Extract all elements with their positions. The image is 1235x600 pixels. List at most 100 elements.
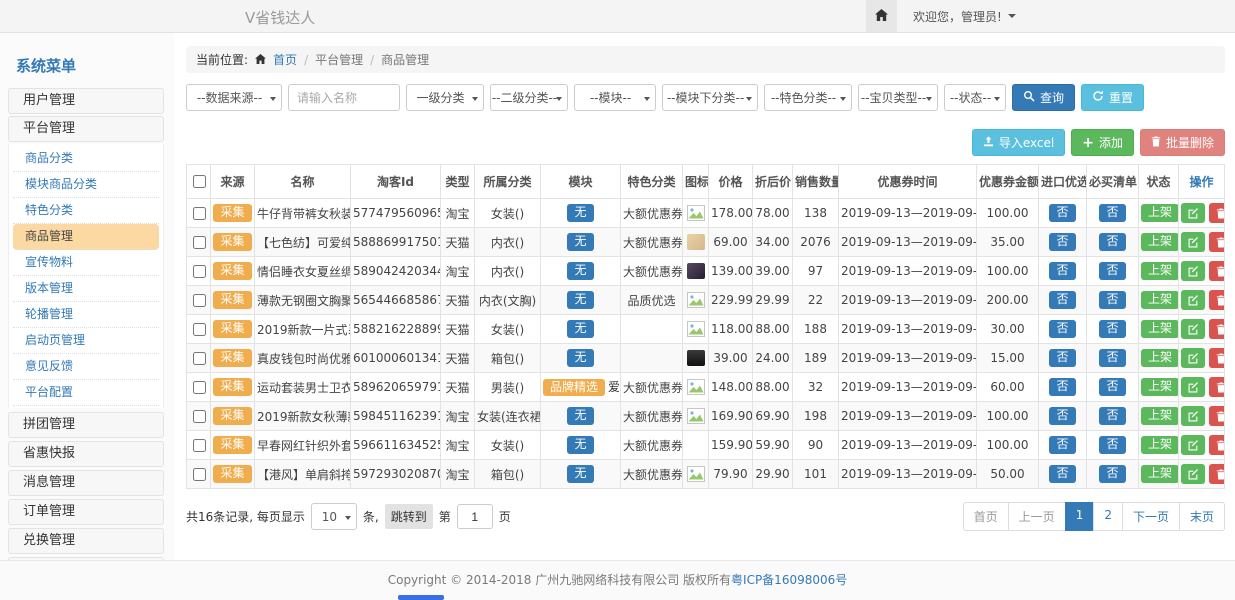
- pager-button[interactable]: 末页: [1179, 502, 1225, 531]
- delete-button[interactable]: [1209, 377, 1225, 397]
- filter-select[interactable]: --二级分类--: [490, 84, 568, 111]
- add-button[interactable]: + 添加: [1071, 129, 1134, 156]
- status-toggle[interactable]: 上架: [1141, 349, 1179, 367]
- import-select-toggle[interactable]: 否: [1049, 291, 1075, 309]
- sidebar-link[interactable]: 宣传物料: [13, 250, 159, 276]
- edit-button[interactable]: [1181, 203, 1205, 223]
- row-checkbox[interactable]: [193, 381, 206, 394]
- row-checkbox[interactable]: [193, 439, 206, 452]
- delete-button[interactable]: [1209, 435, 1225, 455]
- sidebar-link[interactable]: 商品管理: [13, 224, 159, 250]
- sidebar-group[interactable]: 订单管理: [8, 499, 164, 525]
- filter-select[interactable]: --宝贝类型--: [858, 84, 938, 111]
- status-toggle[interactable]: 上架: [1141, 378, 1179, 396]
- delete-button[interactable]: [1209, 348, 1225, 368]
- edit-button[interactable]: [1181, 435, 1205, 455]
- must-buy-toggle[interactable]: 否: [1099, 349, 1125, 367]
- edit-button[interactable]: [1181, 377, 1205, 397]
- data-source-select[interactable]: --数据来源--: [186, 84, 282, 111]
- edit-button[interactable]: [1181, 290, 1205, 310]
- import-select-toggle[interactable]: 否: [1049, 320, 1075, 338]
- breadcrumb-home-link[interactable]: 首页: [273, 51, 297, 68]
- edit-button[interactable]: [1181, 348, 1205, 368]
- reset-button[interactable]: 重置: [1081, 84, 1144, 111]
- status-toggle[interactable]: 上架: [1141, 407, 1179, 425]
- pager-button[interactable]: 上一页: [1008, 502, 1066, 531]
- sidebar-item-partial[interactable]: [8, 557, 164, 560]
- sidebar-link[interactable]: 商品分类: [13, 146, 159, 172]
- import-excel-button[interactable]: 导入excel: [972, 129, 1065, 156]
- status-toggle[interactable]: 上架: [1141, 320, 1179, 338]
- import-select-toggle[interactable]: 否: [1049, 436, 1075, 454]
- user-menu[interactable]: 欢迎您，管理员!: [897, 8, 1016, 25]
- filter-select[interactable]: --状态--: [944, 84, 1006, 111]
- import-select-toggle[interactable]: 否: [1049, 204, 1075, 222]
- edit-button[interactable]: [1181, 319, 1205, 339]
- sidebar-group[interactable]: 省惠快报: [8, 441, 164, 467]
- horizontal-scrollbar-thumb[interactable]: [398, 595, 444, 600]
- edit-button[interactable]: [1181, 261, 1205, 281]
- jump-to-button[interactable]: 跳转到: [385, 504, 433, 529]
- status-toggle[interactable]: 上架: [1141, 291, 1179, 309]
- pager-button[interactable]: 首页: [963, 502, 1009, 531]
- filter-select[interactable]: --模块下分类--: [662, 84, 758, 111]
- sidebar-group-user[interactable]: 用户管理: [8, 88, 164, 114]
- import-select-toggle[interactable]: 否: [1049, 233, 1075, 251]
- row-checkbox[interactable]: [193, 352, 206, 365]
- delete-button[interactable]: [1209, 406, 1225, 426]
- sidebar-group[interactable]: 拼团管理: [8, 412, 164, 438]
- select-all-checkbox[interactable]: [193, 175, 206, 188]
- pager-button[interactable]: 2: [1093, 502, 1123, 531]
- sidebar-link[interactable]: 版本管理: [13, 276, 159, 302]
- row-checkbox[interactable]: [193, 410, 206, 423]
- delete-button[interactable]: [1209, 464, 1225, 484]
- pager-button[interactable]: 1: [1065, 502, 1095, 531]
- sidebar-link[interactable]: 平台配置: [13, 380, 159, 406]
- status-toggle[interactable]: 上架: [1141, 436, 1179, 454]
- edit-button[interactable]: [1181, 406, 1205, 426]
- edit-button[interactable]: [1181, 464, 1205, 484]
- row-checkbox[interactable]: [193, 323, 206, 336]
- must-buy-toggle[interactable]: 否: [1099, 436, 1125, 454]
- batch-delete-button[interactable]: 批量删除: [1140, 129, 1225, 156]
- sidebar-link[interactable]: 轮播管理: [13, 302, 159, 328]
- filter-select[interactable]: --特色分类--: [764, 84, 852, 111]
- must-buy-toggle[interactable]: 否: [1099, 378, 1125, 396]
- row-checkbox[interactable]: [193, 236, 206, 249]
- sidebar-group[interactable]: 消息管理: [8, 470, 164, 496]
- delete-button[interactable]: [1209, 290, 1225, 310]
- home-button[interactable]: [866, 0, 897, 32]
- delete-button[interactable]: [1209, 261, 1225, 281]
- import-select-toggle[interactable]: 否: [1049, 378, 1075, 396]
- row-checkbox[interactable]: [193, 468, 206, 481]
- page-number-input[interactable]: [457, 504, 493, 529]
- delete-button[interactable]: [1209, 232, 1225, 252]
- sidebar-link[interactable]: 特色分类: [13, 198, 159, 224]
- import-select-toggle[interactable]: 否: [1049, 262, 1075, 280]
- must-buy-toggle[interactable]: 否: [1099, 204, 1125, 222]
- pager-button[interactable]: 下一页: [1122, 502, 1180, 531]
- import-select-toggle[interactable]: 否: [1049, 407, 1075, 425]
- sidebar-link[interactable]: 模块商品分类: [13, 172, 159, 198]
- must-buy-toggle[interactable]: 否: [1099, 407, 1125, 425]
- sidebar-group[interactable]: 兑换管理: [8, 528, 164, 554]
- filter-select[interactable]: --模块--: [574, 84, 656, 111]
- must-buy-toggle[interactable]: 否: [1099, 291, 1125, 309]
- per-page-select[interactable]: 10: [311, 503, 357, 530]
- status-toggle[interactable]: 上架: [1141, 233, 1179, 251]
- sidebar-link[interactable]: 启动页管理: [13, 328, 159, 354]
- must-buy-toggle[interactable]: 否: [1099, 465, 1125, 483]
- row-checkbox[interactable]: [193, 207, 206, 220]
- import-select-toggle[interactable]: 否: [1049, 349, 1075, 367]
- row-checkbox[interactable]: [193, 294, 206, 307]
- edit-button[interactable]: [1181, 232, 1205, 252]
- status-toggle[interactable]: 上架: [1141, 204, 1179, 222]
- must-buy-toggle[interactable]: 否: [1099, 233, 1125, 251]
- must-buy-toggle[interactable]: 否: [1099, 320, 1125, 338]
- sidebar-group-platform[interactable]: 平台管理: [8, 116, 164, 142]
- search-button[interactable]: 查询: [1012, 84, 1075, 111]
- sidebar-link[interactable]: 意见反馈: [13, 354, 159, 380]
- filter-select[interactable]: 一级分类: [406, 84, 484, 111]
- row-checkbox[interactable]: [193, 265, 206, 278]
- icp-link[interactable]: 粤ICP备16098006号: [731, 573, 847, 587]
